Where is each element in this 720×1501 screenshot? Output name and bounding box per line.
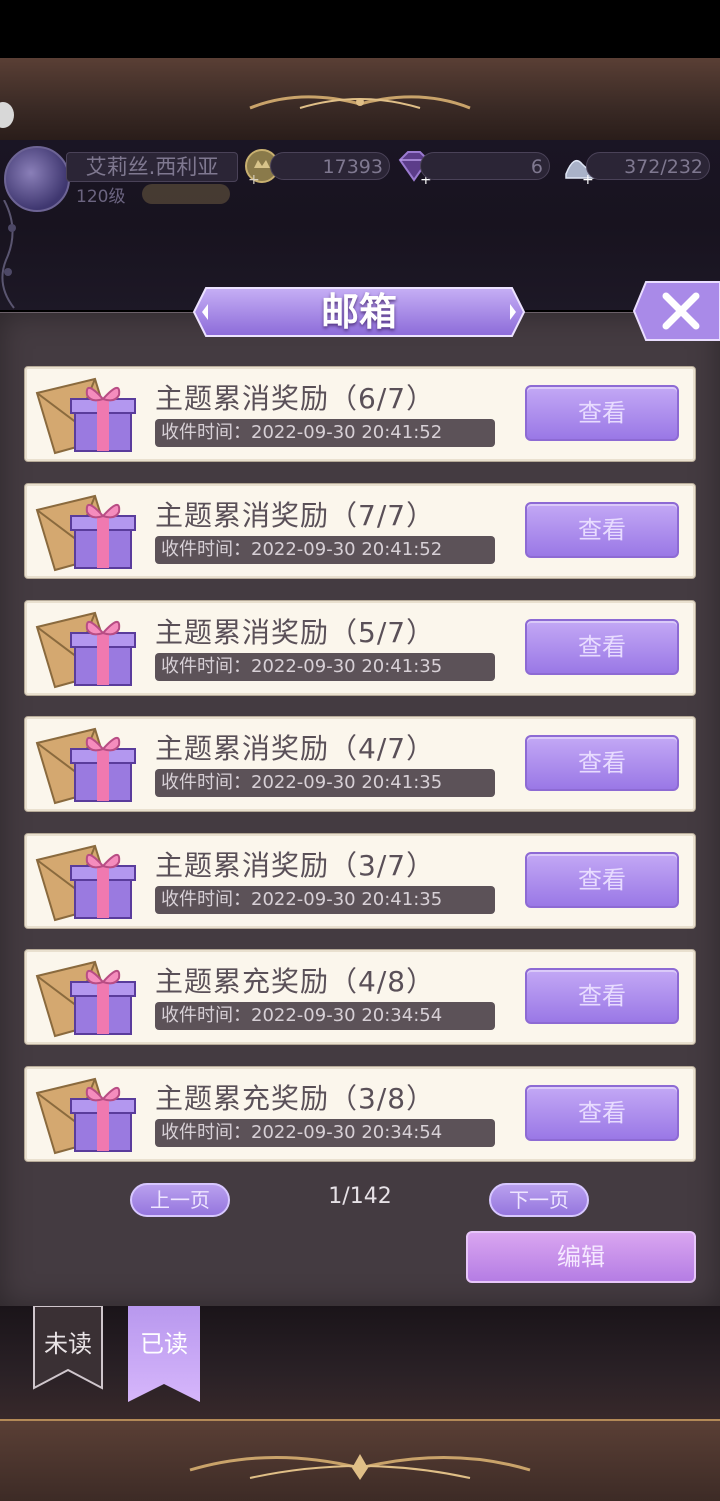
view-button[interactable]: 查看	[525, 1085, 679, 1141]
mail-item[interactable]: 主题累消奖励（7/7） 收件时间：2022-09-30 20:41:52 查看	[24, 483, 696, 579]
ornament-icon	[189, 1454, 531, 1480]
mail-received-time: 收件时间：2022-09-30 20:41:52	[155, 419, 495, 447]
player-name: 艾莉丝.西利亚	[66, 152, 238, 182]
gift-envelope-icon	[35, 611, 136, 689]
view-button[interactable]: 查看	[525, 619, 679, 675]
mail-item[interactable]: 主题累消奖励（4/7） 收件时间：2022-09-30 20:41:35 查看	[24, 716, 696, 812]
view-button[interactable]: 查看	[525, 968, 679, 1024]
top-frame	[0, 58, 720, 142]
mail-received-time: 收件时间：2022-09-30 20:34:54	[155, 1119, 495, 1147]
vine-decoration-icon	[1, 200, 16, 309]
gold-counter: 17393	[270, 152, 390, 180]
gift-envelope-icon	[35, 494, 136, 572]
mail-title: 主题累消奖励（6/7）	[155, 382, 436, 415]
mail-received-time: 收件时间：2022-09-30 20:34:54	[155, 1002, 495, 1030]
mail-received-time: 收件时间：2022-09-30 20:41:52	[155, 536, 495, 564]
gift-envelope-icon	[35, 844, 136, 922]
mail-received-time: 收件时间：2022-09-30 20:41:35	[155, 886, 495, 914]
mail-item[interactable]: 主题累消奖励（3/7） 收件时间：2022-09-30 20:41:35 查看	[24, 833, 696, 929]
panel-title: 邮箱	[320, 289, 397, 334]
tab-unread-label: 未读	[44, 1330, 92, 1358]
close-button[interactable]	[632, 280, 720, 342]
mail-received-time: 收件时间：2022-09-30 20:41:35	[155, 653, 495, 681]
ornament-icon	[249, 95, 471, 110]
stamina-counter: 372/232	[586, 152, 710, 180]
mail-item[interactable]: 主题累消奖励（6/7） 收件时间：2022-09-30 20:41:52 查看	[24, 366, 696, 462]
view-button[interactable]: 查看	[525, 502, 679, 558]
mail-title: 主题累充奖励（3/8）	[155, 1082, 436, 1115]
prev-page-button[interactable]: 上一页	[130, 1183, 230, 1217]
tab-read-label: 已读	[140, 1330, 188, 1358]
player-level: 120级	[76, 187, 126, 207]
gift-envelope-icon	[35, 1077, 136, 1155]
gift-envelope-icon	[35, 960, 136, 1038]
mail-title: 主题累消奖励（7/7）	[155, 499, 436, 532]
mail-item[interactable]: 主题累消奖励（5/7） 收件时间：2022-09-30 20:41:35 查看	[24, 600, 696, 696]
player-badge	[142, 184, 230, 204]
mail-title: 主题累消奖励（5/7）	[155, 616, 436, 649]
view-button[interactable]: 查看	[525, 385, 679, 441]
gem-counter: 6	[420, 152, 550, 180]
mail-title: 主题累消奖励（3/7）	[155, 849, 436, 882]
svg-text:+: +	[248, 172, 260, 186]
mail-item[interactable]: 主题累充奖励（4/8） 收件时间：2022-09-30 20:34:54 查看	[24, 949, 696, 1045]
view-button[interactable]: 查看	[525, 735, 679, 791]
view-button[interactable]: 查看	[525, 852, 679, 908]
mail-item[interactable]: 主题累充奖励（3/8） 收件时间：2022-09-30 20:34:54 查看	[24, 1066, 696, 1162]
mail-title: 主题累充奖励（4/8）	[155, 965, 436, 998]
page-indicator: 1/142	[328, 1184, 392, 1209]
edit-button[interactable]: 编辑	[466, 1231, 696, 1283]
gift-envelope-icon	[35, 377, 136, 455]
next-page-button[interactable]: 下一页	[489, 1183, 589, 1217]
bottom-tab-area	[0, 1306, 720, 1419]
gift-envelope-icon	[35, 727, 136, 805]
mail-title: 主题累消奖励（4/7）	[155, 732, 436, 765]
status-bar	[0, 0, 720, 58]
mail-received-time: 收件时间：2022-09-30 20:41:35	[155, 769, 495, 797]
